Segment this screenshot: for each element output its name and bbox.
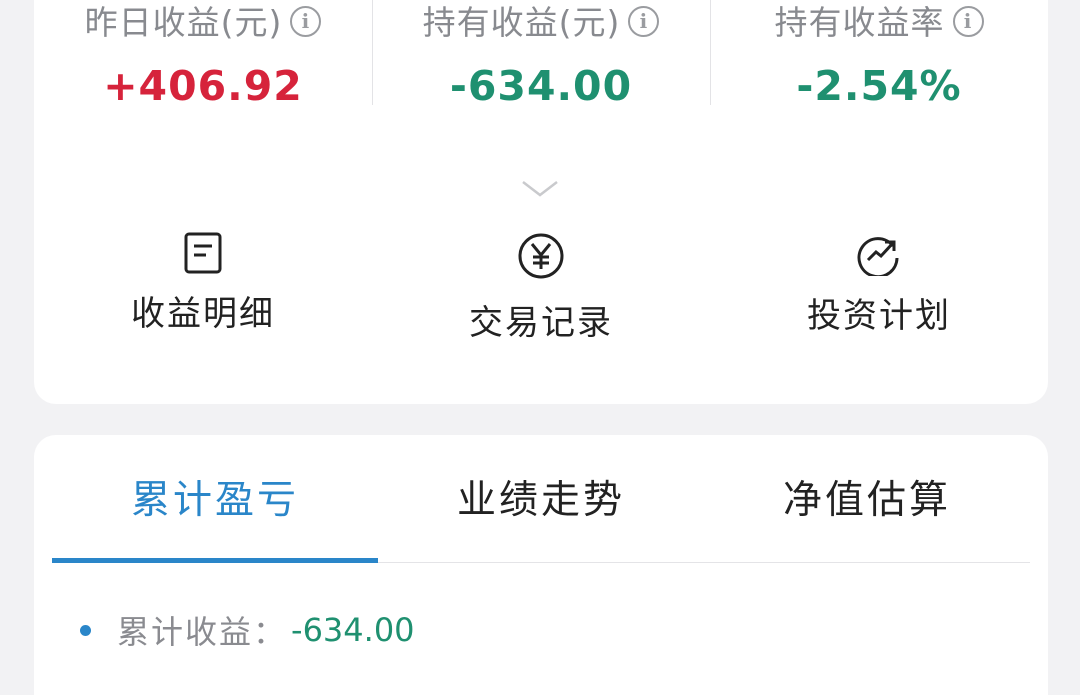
info-icon[interactable]: i <box>952 5 984 37</box>
legend-dot <box>80 624 91 636</box>
document-icon <box>184 232 222 274</box>
stat-label: 持有收益率 <box>774 3 945 42</box>
stat-yesterday-income: 昨日收益(元) i +406.92 <box>34 0 372 110</box>
stat-value: -2.54% <box>796 62 962 110</box>
income-detail-button[interactable]: 收益明细 <box>34 232 372 342</box>
stat-label: 昨日收益(元) <box>84 3 283 42</box>
tab-nav-estimate[interactable]: 净值估算 <box>704 435 1030 562</box>
quick-actions: 收益明细 交易记录 投资计划 <box>34 232 1048 343</box>
tab-performance-trend[interactable]: 业绩走势 <box>378 435 704 562</box>
stat-holding-return-rate: 持有收益率 i -2.54% <box>710 0 1048 110</box>
cumulative-income-label: 累计收益： <box>117 613 288 651</box>
yen-circle-icon <box>518 233 564 279</box>
stat-value: +406.92 <box>103 62 303 110</box>
chevron-down-icon[interactable] <box>521 180 559 198</box>
action-label: 交易记录 <box>469 303 613 343</box>
action-label: 投资计划 <box>807 296 951 336</box>
cumulative-income-value: -634.00 <box>291 611 415 649</box>
stat-value: -634.00 <box>449 62 633 110</box>
cumulative-income-row: 累计收益： -634.00 <box>80 607 415 653</box>
holding-summary-card: 昨日收益(元) i +406.92 持有收益(元) i -634.00 持有收益… <box>34 0 1048 404</box>
stats-row: 昨日收益(元) i +406.92 持有收益(元) i -634.00 持有收益… <box>34 0 1048 110</box>
tab-cumulative-pnl[interactable]: 累计盈亏 <box>52 435 378 563</box>
trade-records-button[interactable]: 交易记录 <box>372 232 710 343</box>
trend-circle-icon <box>857 237 899 276</box>
info-icon[interactable]: i <box>290 5 322 37</box>
tab-bar: 累计盈亏 业绩走势 净值估算 <box>52 435 1030 563</box>
info-icon[interactable]: i <box>628 5 660 37</box>
investment-plan-button[interactable]: 投资计划 <box>710 232 1048 342</box>
action-label: 收益明细 <box>131 294 275 334</box>
stat-label: 持有收益(元) <box>422 3 621 42</box>
performance-card: 累计盈亏 业绩走势 净值估算 累计收益： -634.00 <box>34 435 1048 695</box>
stat-holding-income: 持有收益(元) i -634.00 <box>372 0 710 110</box>
